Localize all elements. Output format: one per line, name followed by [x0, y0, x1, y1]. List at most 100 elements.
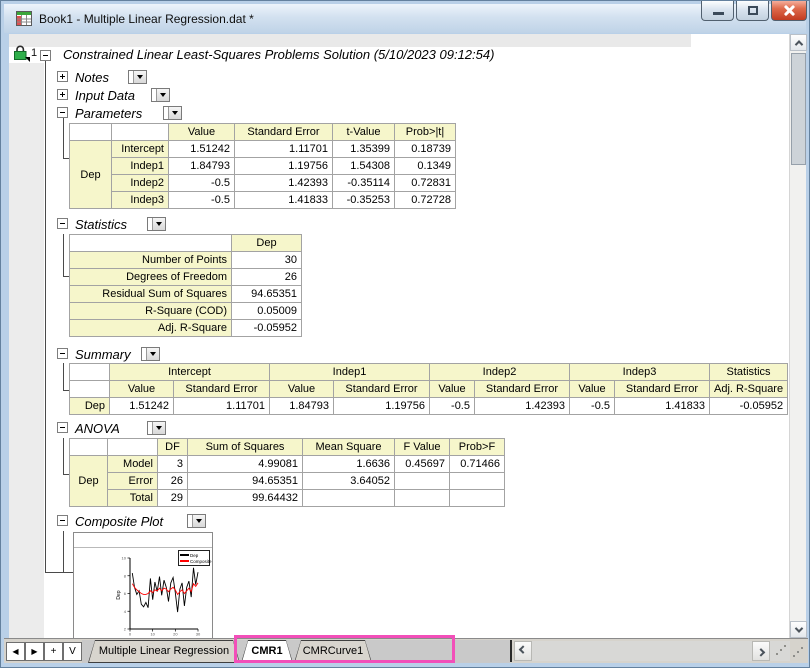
collapse-root-toggle[interactable]: [40, 50, 51, 61]
table-cell[interactable]: [450, 490, 505, 507]
table-cell[interactable]: Indep2: [112, 175, 169, 192]
table-cell[interactable]: Prob>|t|: [395, 124, 456, 141]
table-cell[interactable]: [108, 439, 158, 456]
table-cell[interactable]: -0.5: [169, 175, 235, 192]
table-cell[interactable]: Indep3: [570, 364, 710, 381]
table-cell[interactable]: Dep: [70, 398, 110, 415]
sheet-list-button[interactable]: V: [63, 642, 82, 661]
table-cell[interactable]: Standard Error: [235, 124, 333, 141]
table-cell[interactable]: 30: [232, 252, 302, 269]
table-cell[interactable]: [70, 124, 112, 141]
vertical-scroll-thumb[interactable]: [791, 53, 806, 165]
table-cell[interactable]: 1.42393: [235, 175, 333, 192]
section-dropdown-statistics[interactable]: [147, 217, 166, 231]
table-cell[interactable]: t-Value: [333, 124, 395, 141]
table-cell[interactable]: [395, 473, 450, 490]
table-cell[interactable]: Value: [169, 124, 235, 141]
table-cell[interactable]: 1.41833: [235, 192, 333, 209]
close-button[interactable]: [771, 1, 807, 21]
table-cell[interactable]: 26: [158, 473, 188, 490]
table-cell[interactable]: Sum of Squares: [188, 439, 303, 456]
section-dropdown-summary[interactable]: [141, 347, 160, 361]
table-cell[interactable]: F Value: [395, 439, 450, 456]
table-cell[interactable]: Standard Error: [174, 381, 270, 398]
table-cell[interactable]: Statistics: [710, 364, 788, 381]
table-cell[interactable]: 29: [158, 490, 188, 507]
table-cell[interactable]: 3: [158, 456, 188, 473]
table-cell[interactable]: Error: [108, 473, 158, 490]
table-cell[interactable]: 99.64432: [188, 490, 303, 507]
table-cell[interactable]: Number of Points: [70, 252, 232, 269]
table-cell[interactable]: [303, 490, 395, 507]
table-cell[interactable]: 1.19756: [235, 158, 333, 175]
table-cell[interactable]: Value: [430, 381, 475, 398]
collapse-anova-toggle[interactable]: [57, 422, 68, 433]
table-cell[interactable]: 1.84793: [169, 158, 235, 175]
table-cell[interactable]: Mean Square: [303, 439, 395, 456]
table-cell[interactable]: -0.5: [169, 192, 235, 209]
section-dropdown-anova[interactable]: [147, 421, 166, 435]
table-cell[interactable]: Dep: [70, 456, 108, 507]
section-dropdown-parameters[interactable]: [163, 106, 182, 120]
expand-notes-toggle[interactable]: [57, 71, 68, 82]
lock-icon[interactable]: [13, 44, 30, 62]
table-cell[interactable]: Indep2: [430, 364, 570, 381]
table-cell[interactable]: 94.65351: [232, 286, 302, 303]
table-cell[interactable]: [70, 235, 232, 252]
table-cell[interactable]: Degrees of Freedom: [70, 269, 232, 286]
section-dropdown-composite-plot[interactable]: [187, 514, 206, 528]
table-cell[interactable]: Value: [570, 381, 615, 398]
collapse-composite-plot-toggle[interactable]: [57, 515, 68, 526]
table-cell[interactable]: 1.42393: [475, 398, 570, 415]
table-cell[interactable]: 0.18739: [395, 141, 456, 158]
table-cell[interactable]: Standard Error: [475, 381, 570, 398]
table-cell[interactable]: Standard Error: [334, 381, 430, 398]
collapse-summary-toggle[interactable]: [57, 348, 68, 359]
table-cell[interactable]: Value: [270, 381, 334, 398]
table-cell[interactable]: -0.05952: [710, 398, 788, 415]
tab-multiple-linear-regression[interactable]: Multiple Linear Regression: [88, 640, 240, 663]
table-cell[interactable]: [70, 364, 110, 381]
table-cell[interactable]: Adj. R-Square: [70, 320, 232, 337]
table-cell[interactable]: Residual Sum of Squares: [70, 286, 232, 303]
table-cell[interactable]: [395, 490, 450, 507]
scroll-up-button[interactable]: [790, 34, 807, 51]
scroll-down-button[interactable]: [790, 621, 807, 638]
table-cell[interactable]: Adj. R-Square: [710, 381, 788, 398]
table-cell[interactable]: -0.05952: [232, 320, 302, 337]
table-cell[interactable]: 0.05009: [232, 303, 302, 320]
scroll-left-button[interactable]: [514, 641, 532, 661]
table-cell[interactable]: DF: [158, 439, 188, 456]
table-cell[interactable]: 1.84793: [270, 398, 334, 415]
table-cell[interactable]: 0.45697: [395, 456, 450, 473]
table-cell[interactable]: [70, 381, 110, 398]
collapse-parameters-toggle[interactable]: [57, 107, 68, 118]
table-cell[interactable]: Standard Error: [615, 381, 710, 398]
tab-scroll-left-button[interactable]: ◀: [6, 642, 25, 661]
restore-button[interactable]: [736, 1, 769, 21]
table-cell[interactable]: -0.5: [430, 398, 475, 415]
table-cell[interactable]: [450, 473, 505, 490]
table-cell[interactable]: 0.1349: [395, 158, 456, 175]
table-cell[interactable]: Total: [108, 490, 158, 507]
table-cell[interactable]: 26: [232, 269, 302, 286]
table-cell[interactable]: -0.35114: [333, 175, 395, 192]
table-cell[interactable]: [112, 124, 169, 141]
title-bar[interactable]: Book1 - Multiple Linear Regression.dat *: [4, 4, 806, 33]
section-dropdown-input-data[interactable]: [151, 88, 170, 102]
table-cell[interactable]: 1.51242: [110, 398, 174, 415]
minimize-button[interactable]: [701, 1, 734, 21]
table-cell[interactable]: 0.72728: [395, 192, 456, 209]
expand-input-data-toggle[interactable]: [57, 89, 68, 100]
horizontal-scrollbar[interactable]: [514, 641, 790, 661]
table-cell[interactable]: 0.72831: [395, 175, 456, 192]
table-cell[interactable]: 94.65351: [188, 473, 303, 490]
table-cell[interactable]: Value: [110, 381, 174, 398]
table-cell[interactable]: 1.19756: [334, 398, 430, 415]
table-cell[interactable]: 1.41833: [615, 398, 710, 415]
table-cell[interactable]: Indep1: [112, 158, 169, 175]
table-cell[interactable]: 1.6636: [303, 456, 395, 473]
vertical-scrollbar[interactable]: [789, 34, 806, 638]
table-cell[interactable]: 3.64052: [303, 473, 395, 490]
table-cell[interactable]: Dep: [70, 141, 112, 209]
